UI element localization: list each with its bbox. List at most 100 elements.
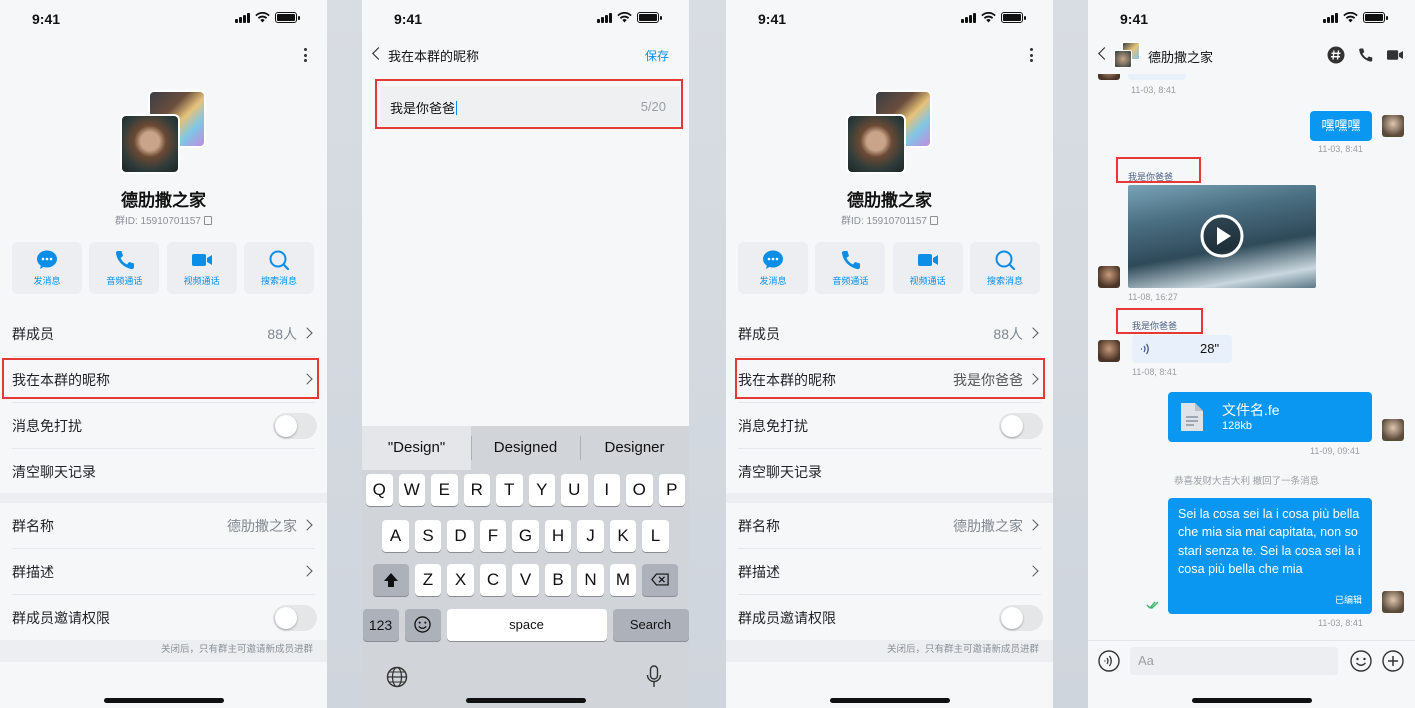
key[interactable]: R: [463, 474, 490, 506]
back-arrow-icon[interactable]: [1098, 47, 1111, 60]
phone-icon: [842, 250, 861, 269]
highlight-box: [1116, 308, 1203, 334]
wifi-icon: [255, 12, 270, 23]
group-avatar: [846, 90, 932, 176]
key[interactable]: Y: [528, 474, 555, 506]
group-description-row[interactable]: 群描述: [0, 549, 327, 595]
invite-permission-toggle[interactable]: [273, 605, 317, 631]
chevron-right-icon: [1027, 565, 1039, 577]
key[interactable]: K: [609, 520, 637, 552]
home-indicator: [1191, 698, 1312, 703]
more-options-icon[interactable]: [1025, 46, 1037, 64]
microphone-icon[interactable]: [646, 665, 662, 689]
key[interactable]: C: [479, 564, 507, 596]
numbers-key[interactable]: 123: [362, 609, 399, 641]
key[interactable]: S: [414, 520, 442, 552]
emoji-key[interactable]: [404, 609, 441, 641]
voice-input-icon[interactable]: [1098, 650, 1120, 672]
search-messages-button[interactable]: 搜索消息: [243, 242, 314, 294]
space-key[interactable]: space: [446, 609, 607, 641]
chevron-right-icon: [301, 327, 313, 339]
suggestion-item[interactable]: Designer: [580, 426, 689, 470]
key[interactable]: E: [431, 474, 458, 506]
invite-permission-toggle[interactable]: [999, 605, 1043, 631]
invite-permission-row: 群成员邀请权限: [726, 595, 1053, 641]
key[interactable]: T: [496, 474, 523, 506]
key[interactable]: V: [512, 564, 539, 596]
status-bar: 9:41: [362, 0, 689, 36]
key[interactable]: F: [479, 520, 507, 552]
phone-icon[interactable]: [1357, 47, 1373, 63]
members-row[interactable]: 群成员 88人: [726, 311, 1053, 357]
message-bubble[interactable]: Sei la cosa sei la i cosa più bella che …: [1168, 498, 1372, 614]
clear-history-row[interactable]: 清空聊天记录: [726, 449, 1053, 495]
message-bubble[interactable]: 嘿嘿嘿: [1310, 111, 1372, 141]
group-name: 德肋撒之家: [121, 191, 206, 210]
mute-row: 消息免打扰: [0, 403, 327, 449]
key[interactable]: W: [398, 474, 425, 506]
mute-toggle[interactable]: [273, 413, 317, 439]
key-row: Q W E R T Y U I O P: [362, 474, 689, 506]
key[interactable]: X: [447, 564, 474, 596]
invite-note: 关闭后，只有群主可邀请新成员进群: [0, 640, 327, 662]
send-message-button[interactable]: 发消息: [12, 242, 82, 294]
voice-message[interactable]: 28": [1132, 335, 1232, 363]
video-call-button[interactable]: 视频通话: [166, 242, 237, 294]
key[interactable]: N: [577, 564, 604, 596]
key[interactable]: G: [512, 520, 539, 552]
key[interactable]: A: [382, 520, 409, 552]
audio-call-button[interactable]: 音频通话: [815, 242, 886, 294]
key[interactable]: U: [561, 474, 588, 506]
key[interactable]: L: [642, 520, 669, 552]
clear-history-row[interactable]: 清空聊天记录: [0, 449, 327, 495]
copy-icon[interactable]: [930, 216, 938, 225]
copy-icon[interactable]: [204, 216, 212, 225]
status-bar: 9:41: [0, 0, 327, 36]
group-hashtag-icon[interactable]: [1327, 46, 1345, 64]
key[interactable]: H: [544, 520, 572, 552]
key[interactable]: P: [658, 474, 685, 506]
suggestion-item[interactable]: Designed: [471, 426, 580, 470]
key[interactable]: I: [593, 474, 620, 506]
save-button[interactable]: 保存: [645, 47, 669, 64]
screen-gap: [327, 0, 362, 708]
video-message[interactable]: [1128, 185, 1316, 288]
battery-icon: [1363, 12, 1388, 23]
back-arrow-icon[interactable]: [372, 47, 385, 60]
video-call-button[interactable]: 视频通话: [892, 242, 963, 294]
audio-call-button[interactable]: 音频通话: [89, 242, 160, 294]
shift-key[interactable]: [372, 564, 409, 596]
group-avatar: [1114, 42, 1140, 68]
backspace-key[interactable]: [642, 564, 679, 596]
play-icon[interactable]: [1200, 214, 1244, 258]
key-row: Z X C V B N M: [362, 564, 689, 596]
video-camera-icon: [917, 253, 938, 266]
quick-actions: 发消息 音频通话 视频通话 搜索消息: [738, 242, 1040, 294]
search-messages-button[interactable]: 搜索消息: [969, 242, 1040, 294]
group-name-row[interactable]: 群名称 德肋撒之家: [0, 503, 327, 549]
group-description-row[interactable]: 群描述: [726, 549, 1053, 595]
more-options-icon[interactable]: [299, 46, 311, 64]
key[interactable]: Z: [414, 564, 442, 596]
key[interactable]: Q: [366, 474, 393, 506]
group-name-row[interactable]: 群名称 德肋撒之家: [726, 503, 1053, 549]
battery-icon: [1001, 12, 1026, 23]
suggestion-item[interactable]: "Design": [362, 426, 471, 470]
emoji-icon[interactable]: [1350, 650, 1372, 672]
search-key[interactable]: Search: [612, 609, 689, 641]
globe-icon[interactable]: [386, 666, 408, 688]
key[interactable]: J: [577, 520, 604, 552]
key[interactable]: D: [447, 520, 474, 552]
members-row[interactable]: 群成员 88人: [0, 311, 327, 357]
highlight-box: [375, 79, 683, 129]
key[interactable]: B: [544, 564, 572, 596]
plus-icon[interactable]: [1382, 650, 1404, 672]
message-input[interactable]: Aa: [1130, 647, 1338, 675]
signal-icon: [1323, 12, 1338, 23]
file-message[interactable]: 文件名.fe 128kb: [1168, 392, 1372, 442]
key[interactable]: M: [609, 564, 637, 596]
mute-toggle[interactable]: [999, 413, 1043, 439]
send-message-button[interactable]: 发消息: [738, 242, 808, 294]
video-camera-icon[interactable]: [1385, 47, 1405, 63]
key[interactable]: O: [626, 474, 653, 506]
